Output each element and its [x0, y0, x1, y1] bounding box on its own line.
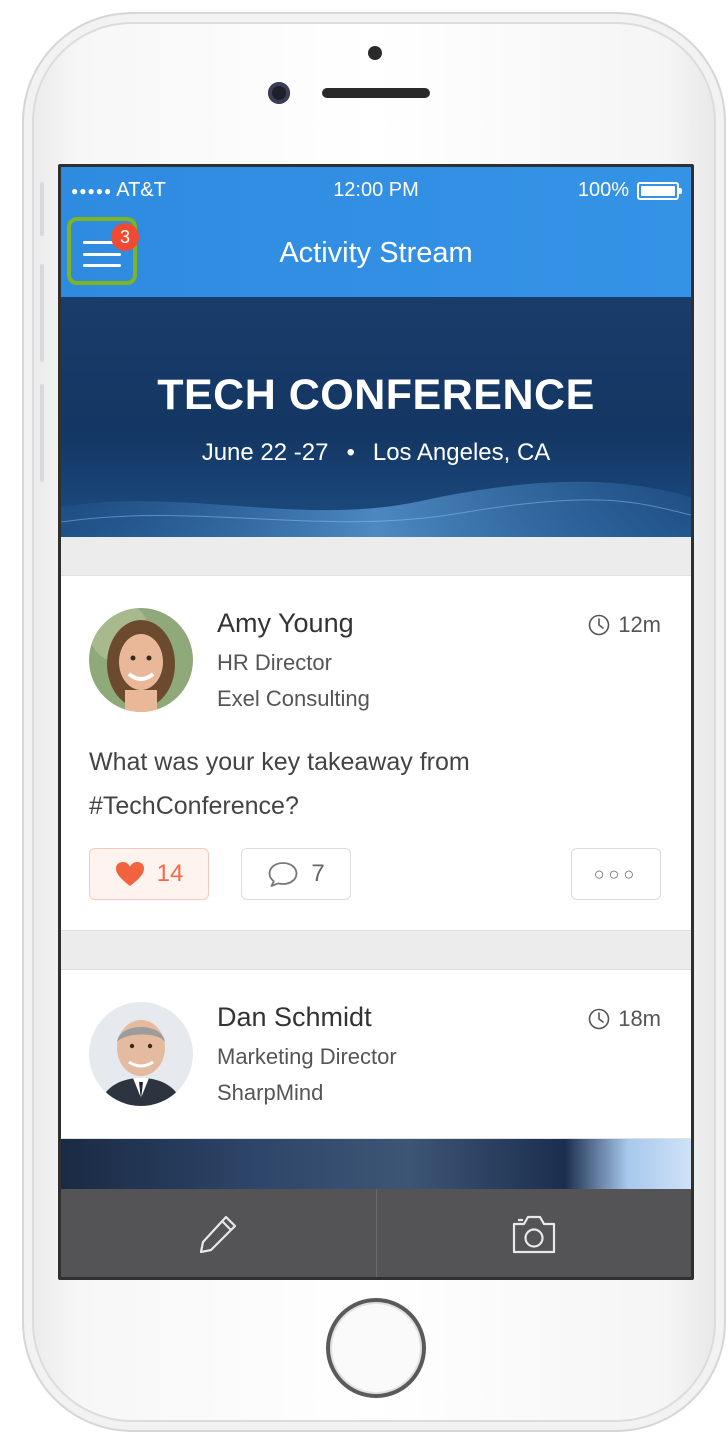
front-camera — [268, 82, 290, 104]
event-banner[interactable]: TECH CONFERENCE June 22 -27 • Los Angeles,… — [61, 297, 691, 537]
heart-icon — [115, 862, 144, 886]
home-button[interactable] — [326, 1298, 426, 1398]
bottom-toolbar — [61, 1189, 692, 1277]
clock-icon — [588, 614, 610, 636]
status-bar: ●●●●● AT&T 12:00 PM 100% — [61, 167, 691, 211]
volume-down-button — [40, 384, 44, 482]
navigation-bar: ●●●●● AT&T 12:00 PM 100% 3 Activity Stre… — [61, 167, 691, 297]
author-company: SharpMind — [217, 1080, 324, 1105]
banner-title: TECH CONFERENCE — [157, 371, 595, 419]
clock-icon — [588, 1008, 610, 1030]
banner-wave-graphic — [61, 481, 691, 537]
author-name[interactable]: Amy Young — [217, 608, 354, 639]
like-count: 14 — [156, 860, 184, 887]
battery-icon — [637, 181, 682, 200]
more-options-button[interactable]: ○○○ — [571, 848, 661, 900]
battery-percent: 100% — [577, 179, 629, 201]
comment-count: 7 — [311, 860, 325, 887]
post-timestamp: 18m — [588, 1006, 661, 1032]
time-ago: 18m — [618, 1006, 661, 1031]
like-button[interactable]: 14 — [89, 848, 209, 900]
post-text: What was your key takeaway from #TechCon… — [89, 748, 470, 820]
volume-up-button — [40, 264, 44, 362]
banner-separator: • — [346, 439, 355, 466]
avatar[interactable] — [89, 608, 193, 712]
comment-button[interactable]: 7 — [241, 848, 351, 900]
post-card[interactable]: Dan Schmidt Marketing Director SharpMind… — [61, 969, 691, 1139]
author-role: Marketing Director — [217, 1044, 397, 1069]
earpiece-speaker — [322, 88, 430, 98]
pencil-icon — [200, 1215, 237, 1254]
avatar[interactable] — [89, 1002, 193, 1106]
author-role: HR Director — [217, 650, 332, 675]
mute-switch — [40, 182, 44, 236]
battery-status: 100% — [577, 179, 682, 202]
event-location: Los Angeles, CA — [372, 439, 551, 466]
proximity-sensor — [368, 46, 382, 60]
screen: ●●●●● AT&T 12:00 PM 100% 3 Activity Stre… — [58, 164, 694, 1280]
more-icon: ○○○ — [593, 863, 639, 884]
camera-button[interactable] — [375, 1189, 692, 1277]
camera-icon — [512, 1215, 555, 1254]
post-card[interactable]: Amy Young HR Director Exel Consulting 12… — [61, 575, 691, 931]
page-title: Activity Stream — [279, 237, 473, 269]
comment-icon — [268, 862, 298, 887]
event-dates: June 22 -27 — [201, 439, 329, 466]
author-name[interactable]: Dan Schmidt — [217, 1002, 372, 1033]
compose-button[interactable] — [61, 1189, 376, 1277]
author-company: Exel Consulting — [217, 686, 370, 711]
time-ago: 12m — [618, 612, 661, 637]
post-timestamp: 12m — [588, 612, 661, 638]
banner-subtitle: June 22 -27 • Los Angeles, CA — [61, 439, 691, 467]
